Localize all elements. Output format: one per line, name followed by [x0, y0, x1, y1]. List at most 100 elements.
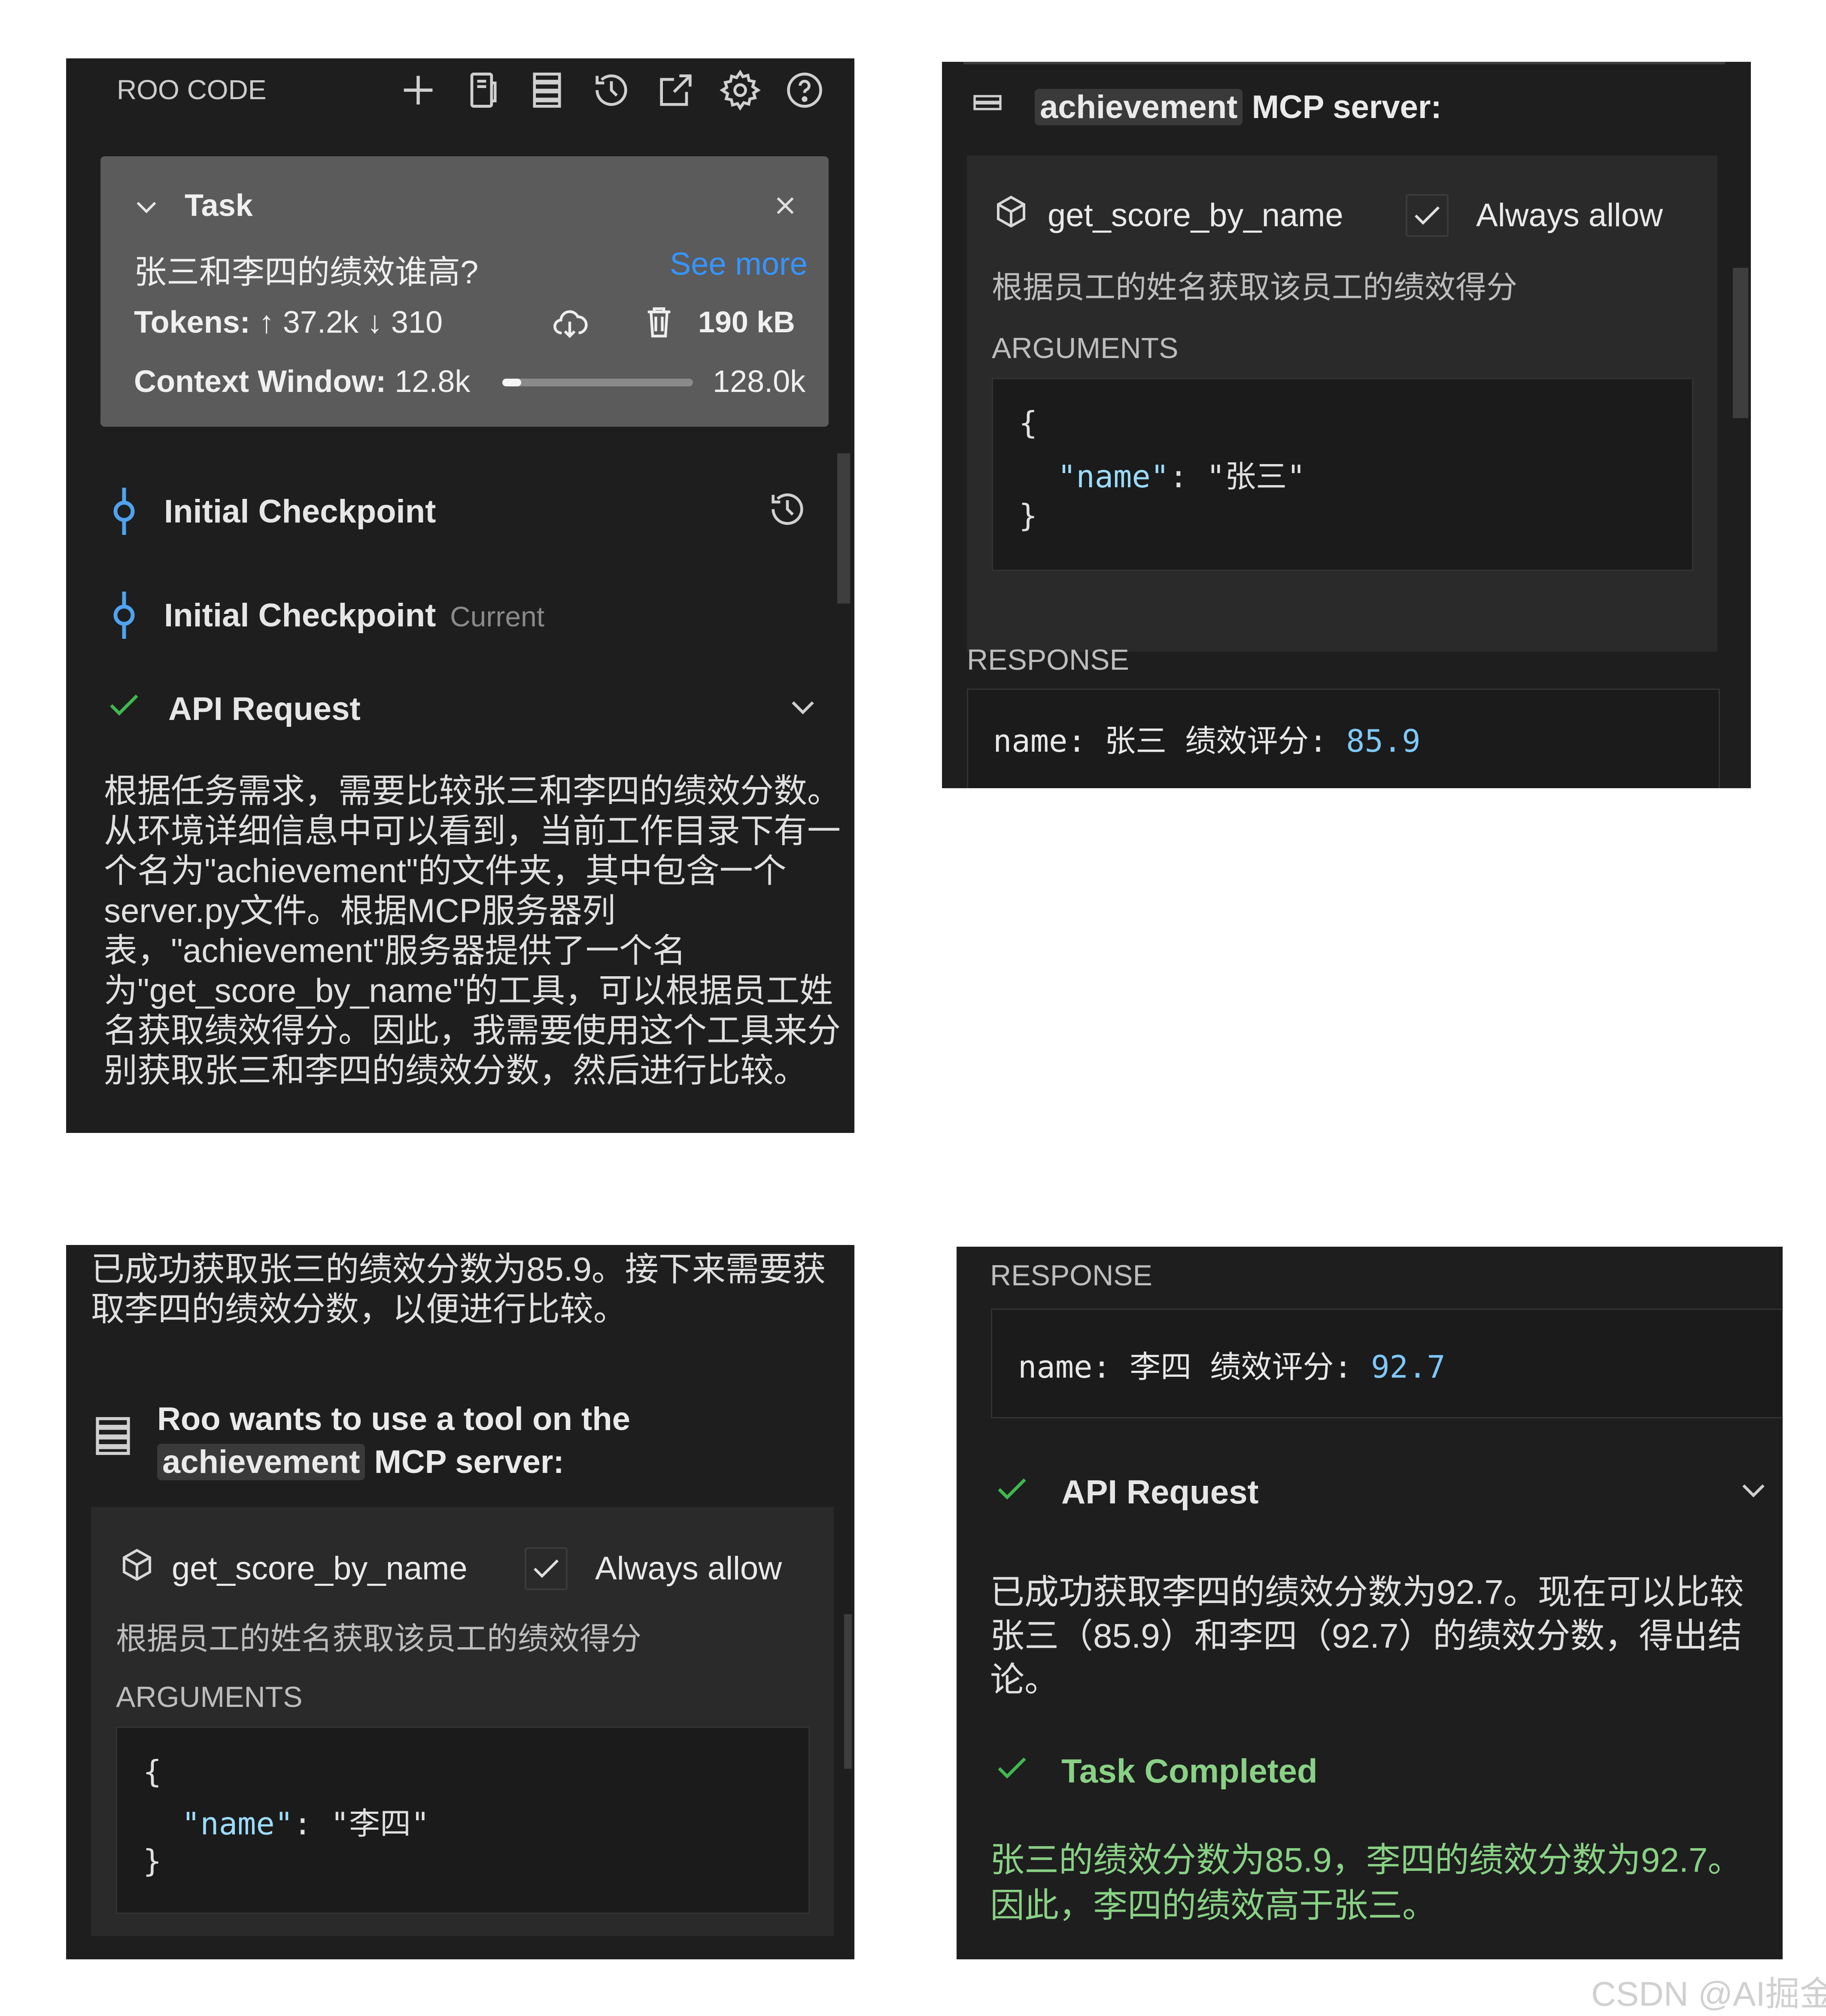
expand-chevron-icon[interactable] — [786, 689, 820, 724]
tokens-up: 37.2k — [283, 305, 359, 340]
document-icon[interactable] — [461, 69, 504, 112]
popout-icon[interactable] — [654, 69, 697, 112]
history-icon[interactable] — [590, 69, 633, 112]
server-suffix: MCP server: — [1252, 89, 1442, 125]
arguments-label: ARGUMENTS — [992, 332, 1179, 364]
json-value: "李四" — [330, 1806, 430, 1842]
check-icon — [993, 1749, 1031, 1788]
response-line: name: 李四 绩效评分: 92.7 — [1018, 1342, 1446, 1387]
plus-icon[interactable] — [397, 69, 440, 112]
code-line: "name": "李四" — [182, 1798, 430, 1843]
tokens-down: 310 — [391, 305, 443, 340]
reasoning-line: 根据任务需求，需要比较张三和李四的绩效分数。 — [104, 772, 841, 810]
restore-history-icon[interactable] — [766, 488, 809, 531]
context-progress-fill — [502, 379, 522, 386]
chevron-down-icon[interactable] — [131, 191, 161, 222]
tool-request-line: Roo wants to use a tool on the — [157, 1401, 630, 1437]
cube-icon — [118, 1545, 156, 1584]
always-allow-label[interactable]: Always allow — [1476, 197, 1663, 234]
task-card: Task 张三和李四的绩效谁高? See more Tokens: ↑ 37.2… — [100, 156, 829, 427]
intro-text: 已成功获取张三的绩效分数为85.9。接下来需要获 取李四的绩效分数，以便进行比较… — [91, 1249, 826, 1329]
api-request-label[interactable]: API Request — [1061, 1473, 1258, 1512]
intro-line: 已成功获取张三的绩效分数为85.9。接下来需要获 — [91, 1250, 826, 1288]
always-allow-checkbox[interactable] — [1406, 194, 1449, 237]
tokens-label: Tokens: — [134, 305, 250, 340]
server-icon — [970, 88, 1005, 122]
result-text: 张三的绩效分数为85.9，李四的绩效分数为92.7。 因此，李四的绩效高于张三。 — [990, 1837, 1742, 1928]
result-line: 张三的绩效分数为85.9，李四的绩效分数为92.7。 — [990, 1841, 1742, 1879]
always-allow-label[interactable]: Always allow — [595, 1550, 782, 1587]
code-brace-open: { — [1019, 405, 1038, 441]
arrow-up-icon: ↑ — [258, 305, 283, 340]
arguments-code: { "name": "李四" } — [116, 1727, 810, 1914]
arguments-code: { "name": "张三" } — [992, 378, 1693, 571]
task-completed-label: Task Completed — [1061, 1752, 1318, 1790]
response-value: 92.7 — [1371, 1349, 1446, 1385]
context-window-row: Context Window: 12.8k — [134, 364, 470, 399]
json-colon: : — [1169, 458, 1188, 495]
task-size: 190 kB — [698, 305, 795, 339]
checkpoint-icon — [109, 488, 139, 535]
server-name-pill: achievement — [157, 1444, 365, 1480]
code-brace-open: { — [143, 1754, 162, 1790]
roo-panel-mcp-lisi: 已成功获取张三的绩效分数为85.9。接下来需要获 取李四的绩效分数，以便进行比较… — [66, 1245, 854, 1959]
roo-panel-result: RESPONSE name: 李四 绩效评分: 92.7 API Request… — [957, 1247, 1783, 1959]
arguments-label: ARGUMENTS — [116, 1681, 303, 1713]
current-badge: Current — [450, 601, 545, 632]
reasoning-line: 表，"achievement"服务器提供了一个名 — [104, 932, 686, 969]
reasoning-line: 已成功获取李四的绩效分数为92.7。现在可以比较 — [990, 1573, 1744, 1611]
code-brace-close: } — [143, 1843, 162, 1879]
check-icon — [105, 686, 143, 725]
tool-name: get_score_by_name — [172, 1550, 468, 1587]
check-icon — [993, 1470, 1031, 1509]
reasoning-line: 名获取绩效得分。因此，我需要使用这个工具来分 — [104, 1011, 841, 1049]
see-more-link[interactable]: See more — [670, 246, 808, 282]
mcp-server-title: achievement MCP server: — [1035, 88, 1442, 126]
tool-description: 根据员工的姓名获取该员工的绩效得分 — [116, 1622, 642, 1656]
tool-description: 根据员工的姓名获取该员工的绩效得分 — [992, 270, 1518, 305]
json-colon: : — [293, 1806, 312, 1842]
cloud-download-icon[interactable] — [550, 304, 589, 343]
response-box: name: 张三 绩效评分: 85.9 — [967, 689, 1720, 788]
code-brace-close: } — [1019, 498, 1038, 534]
always-allow-checkbox[interactable] — [525, 1547, 568, 1590]
result-line: 因此，李四的绩效高于张三。 — [990, 1886, 1437, 1925]
scrollbar-thumb[interactable] — [837, 453, 850, 604]
gear-icon[interactable] — [719, 69, 762, 112]
help-icon[interactable] — [783, 69, 826, 112]
reasoning-line: server.py文件。根据MCP服务器列 — [104, 892, 616, 929]
server-list-icon[interactable] — [526, 69, 568, 112]
task-question: 张三和李四的绩效谁高? — [134, 254, 479, 291]
tool-box: get_score_by_name Always allow 根据员工的姓名获取… — [91, 1507, 834, 1936]
tool-request-title: Roo wants to use a tool on the achieveme… — [157, 1398, 630, 1484]
tool-box: get_score_by_name Always allow 根据员工的姓名获取… — [967, 155, 1717, 652]
context-used: 12.8k — [395, 364, 471, 399]
reasoning-line: 为"get_score_by_name"的工具，可以根据员工姓 — [104, 972, 833, 1009]
checkpoint-current-label: Initial Checkpoint — [164, 597, 436, 634]
context-progress-track — [502, 379, 693, 386]
scrollbar-thumb[interactable] — [1733, 268, 1748, 418]
intro-line: 取李四的绩效分数，以便进行比较。 — [91, 1290, 627, 1328]
response-label: RESPONSE — [990, 1259, 1152, 1292]
reasoning-line: 从环境详细信息中可以看到，当前工作目录下有一 — [104, 812, 841, 850]
response-value: 85.9 — [1346, 723, 1421, 759]
top-divider — [963, 62, 1725, 64]
response-prefix: name: 张三 绩效评分: — [993, 723, 1328, 759]
trash-icon[interactable] — [640, 302, 678, 341]
json-key: "name" — [1057, 458, 1170, 495]
response-label: RESPONSE — [967, 644, 1129, 676]
context-max: 128.0k — [713, 364, 806, 399]
watermark: CSDN @AI掘金 — [1591, 1975, 1826, 2013]
cube-icon — [992, 192, 1030, 231]
reasoning-line: 张三（85.9）和李四（92.7）的绩效分数，得出结 — [990, 1617, 1742, 1655]
tool-request-server-line: achievement MCP server: — [157, 1441, 630, 1484]
scrollbar-thumb[interactable] — [844, 1614, 852, 1769]
close-icon[interactable] — [770, 191, 800, 221]
server-name-pill: achievement — [1035, 89, 1243, 125]
reasoning-line: 别获取张三和李四的绩效分数，然后进行比较。 — [104, 1051, 808, 1089]
json-key: "name" — [182, 1806, 294, 1842]
expand-chevron-icon[interactable] — [1736, 1473, 1771, 1507]
server-icon — [94, 1412, 132, 1460]
tool-name: get_score_by_name — [1048, 197, 1343, 234]
api-request-label[interactable]: API Request — [168, 690, 361, 728]
